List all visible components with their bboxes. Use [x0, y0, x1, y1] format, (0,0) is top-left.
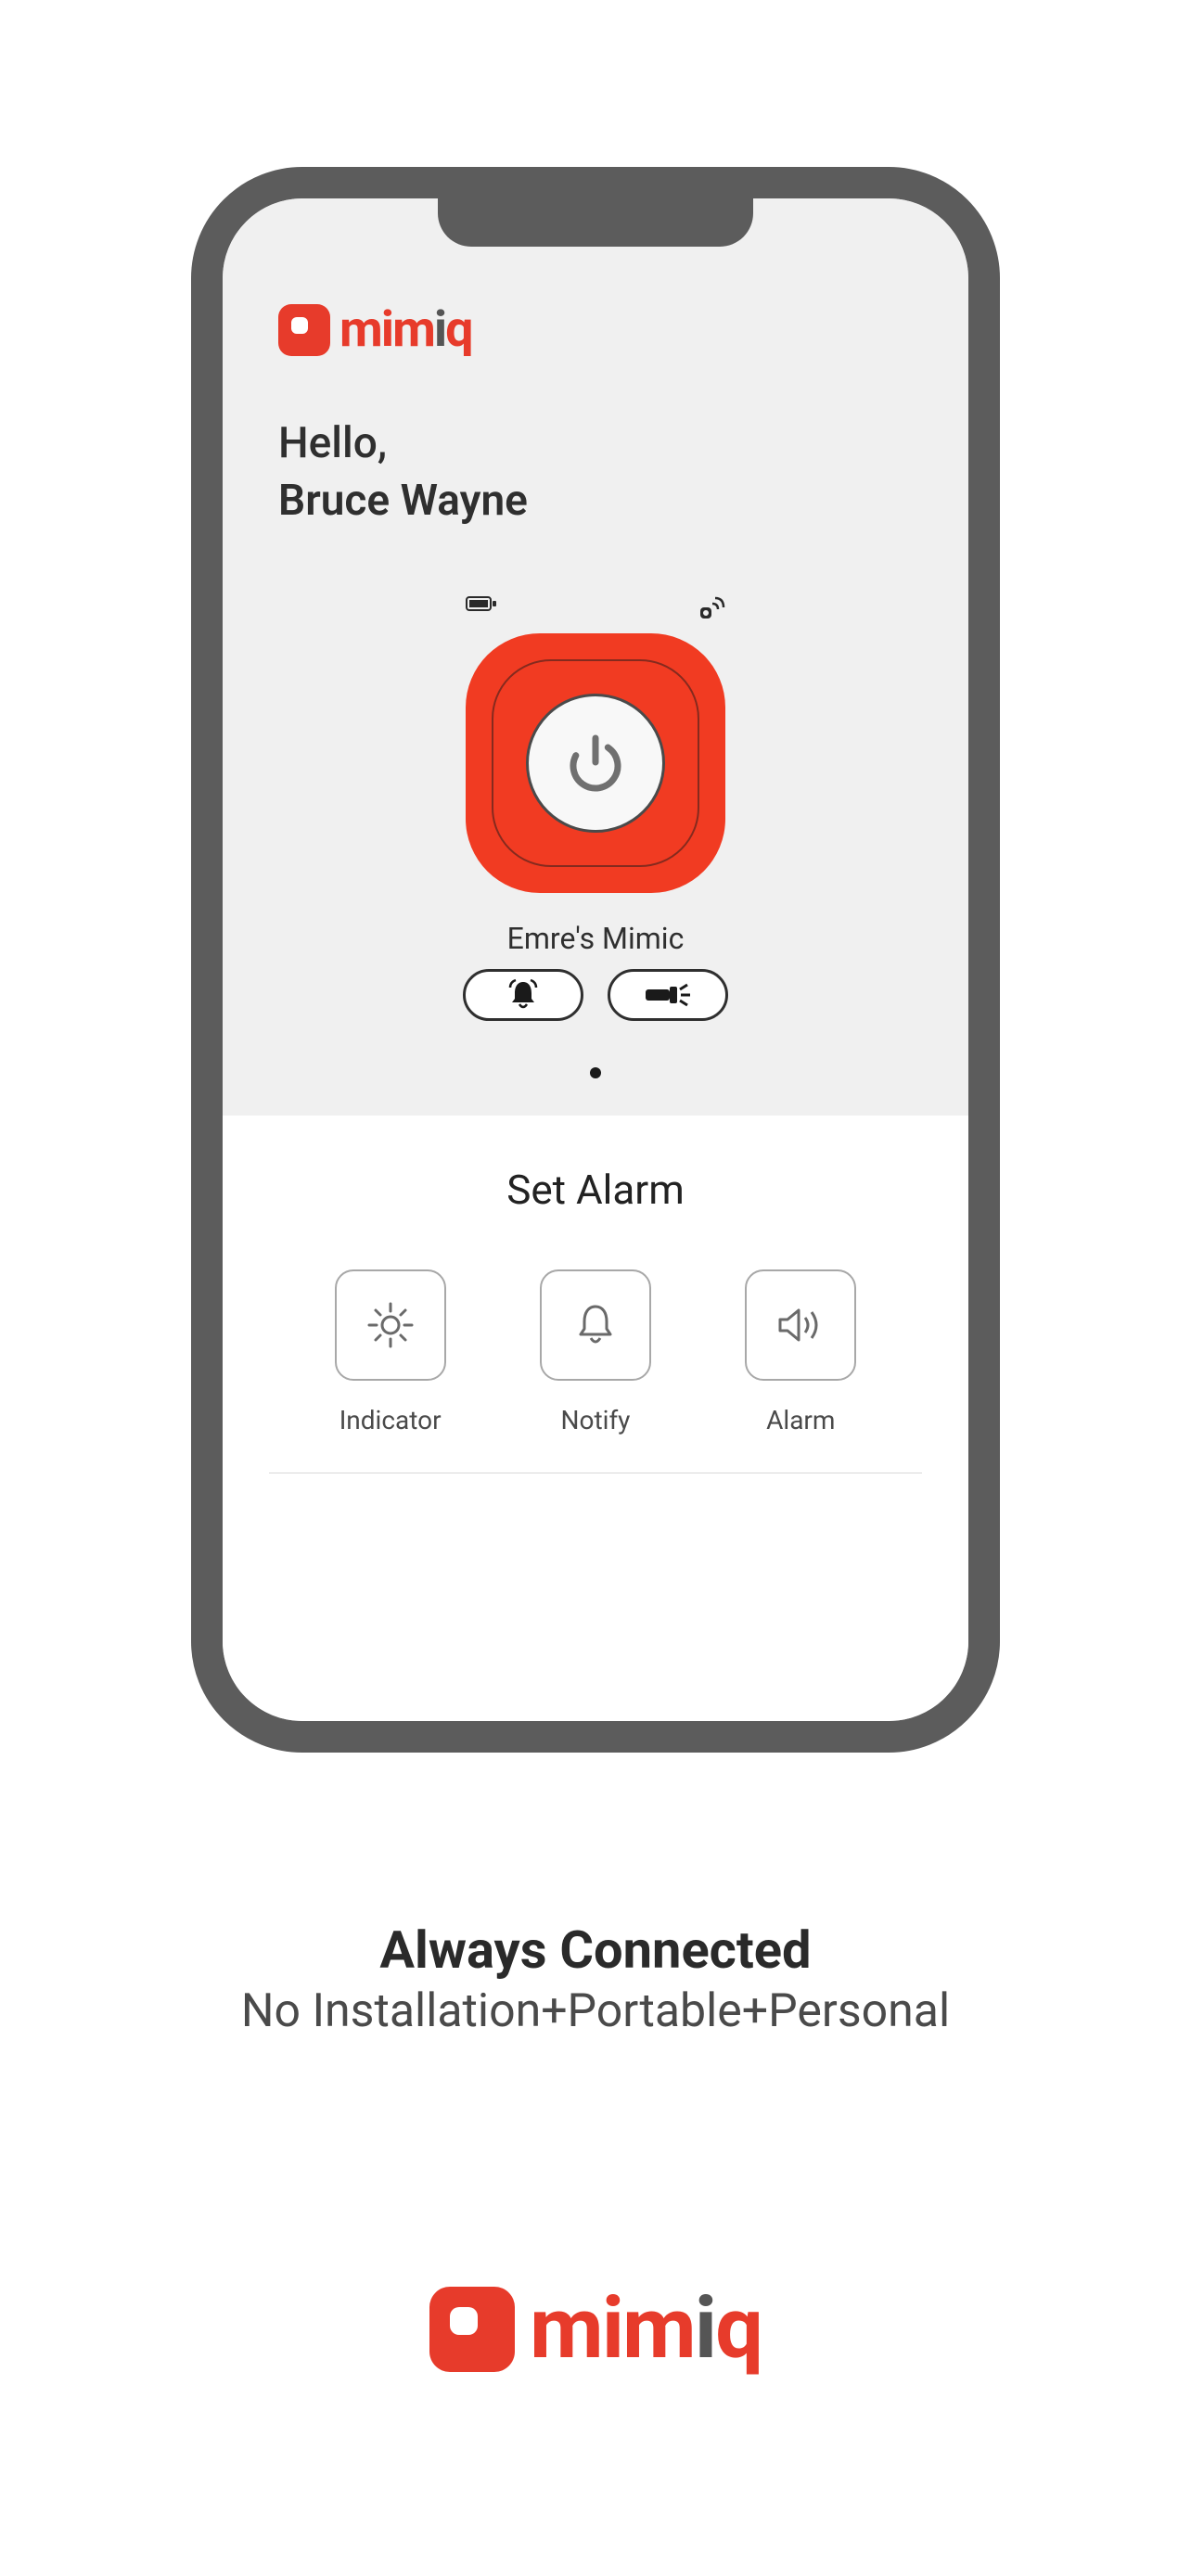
brand-logo-text: mimiq: [339, 300, 472, 359]
alarm-option-alarm[interactable]: Alarm: [745, 1269, 856, 1435]
brand-logo-mark-icon: [278, 304, 330, 356]
section-title: Set Alarm: [269, 1166, 922, 1214]
greeting: Hello, Bruce Wayne: [278, 414, 913, 529]
bell-icon: [505, 976, 542, 1014]
alarm-label-notify: Notify: [561, 1405, 631, 1435]
alarm-option-notify[interactable]: Notify: [540, 1269, 651, 1435]
alarm-option-indicator[interactable]: Indicator: [335, 1269, 446, 1435]
bell-icon: [571, 1301, 620, 1349]
greeting-name: Bruce Wayne: [278, 476, 528, 526]
footer-logo-text: mimiq: [530, 2279, 762, 2378]
phone-notch: [438, 197, 753, 247]
light-button[interactable]: [608, 969, 728, 1021]
alarm-label-indicator: Indicator: [339, 1405, 442, 1435]
pager-dot: [590, 1067, 601, 1078]
marketing-headline: Always Connected: [241, 1919, 950, 1981]
power-icon: [563, 731, 628, 796]
battery-icon: [466, 594, 497, 624]
greeting-hello: Hello,: [278, 418, 387, 468]
marketing-block: Always Connected No Installation+Portabl…: [241, 1919, 950, 2038]
device-area: Emre's Mimic: [278, 594, 913, 1078]
speaker-icon: [775, 1303, 826, 1347]
device-name: Emre's Mimic: [507, 921, 685, 956]
footer-logo-mark-icon: [429, 2287, 515, 2372]
signal-icon: [698, 594, 725, 624]
sun-icon: [365, 1300, 416, 1350]
power-button-inner: [526, 694, 665, 833]
alarm-section: Set Alarm: [223, 1116, 968, 1721]
power-button[interactable]: [466, 633, 725, 893]
phone-frame: mimiq Hello, Bruce Wayne: [191, 167, 1000, 1753]
brand-logo: mimiq: [278, 300, 913, 359]
footer-brand-logo: mimiq: [429, 2279, 762, 2378]
marketing-subline: No Installation+Portable+Personal: [241, 1984, 950, 2038]
ring-button[interactable]: [463, 969, 583, 1021]
home-top-section: mimiq Hello, Bruce Wayne: [223, 198, 968, 1116]
flashlight-icon: [642, 978, 694, 1012]
alarm-label-alarm: Alarm: [766, 1405, 835, 1435]
